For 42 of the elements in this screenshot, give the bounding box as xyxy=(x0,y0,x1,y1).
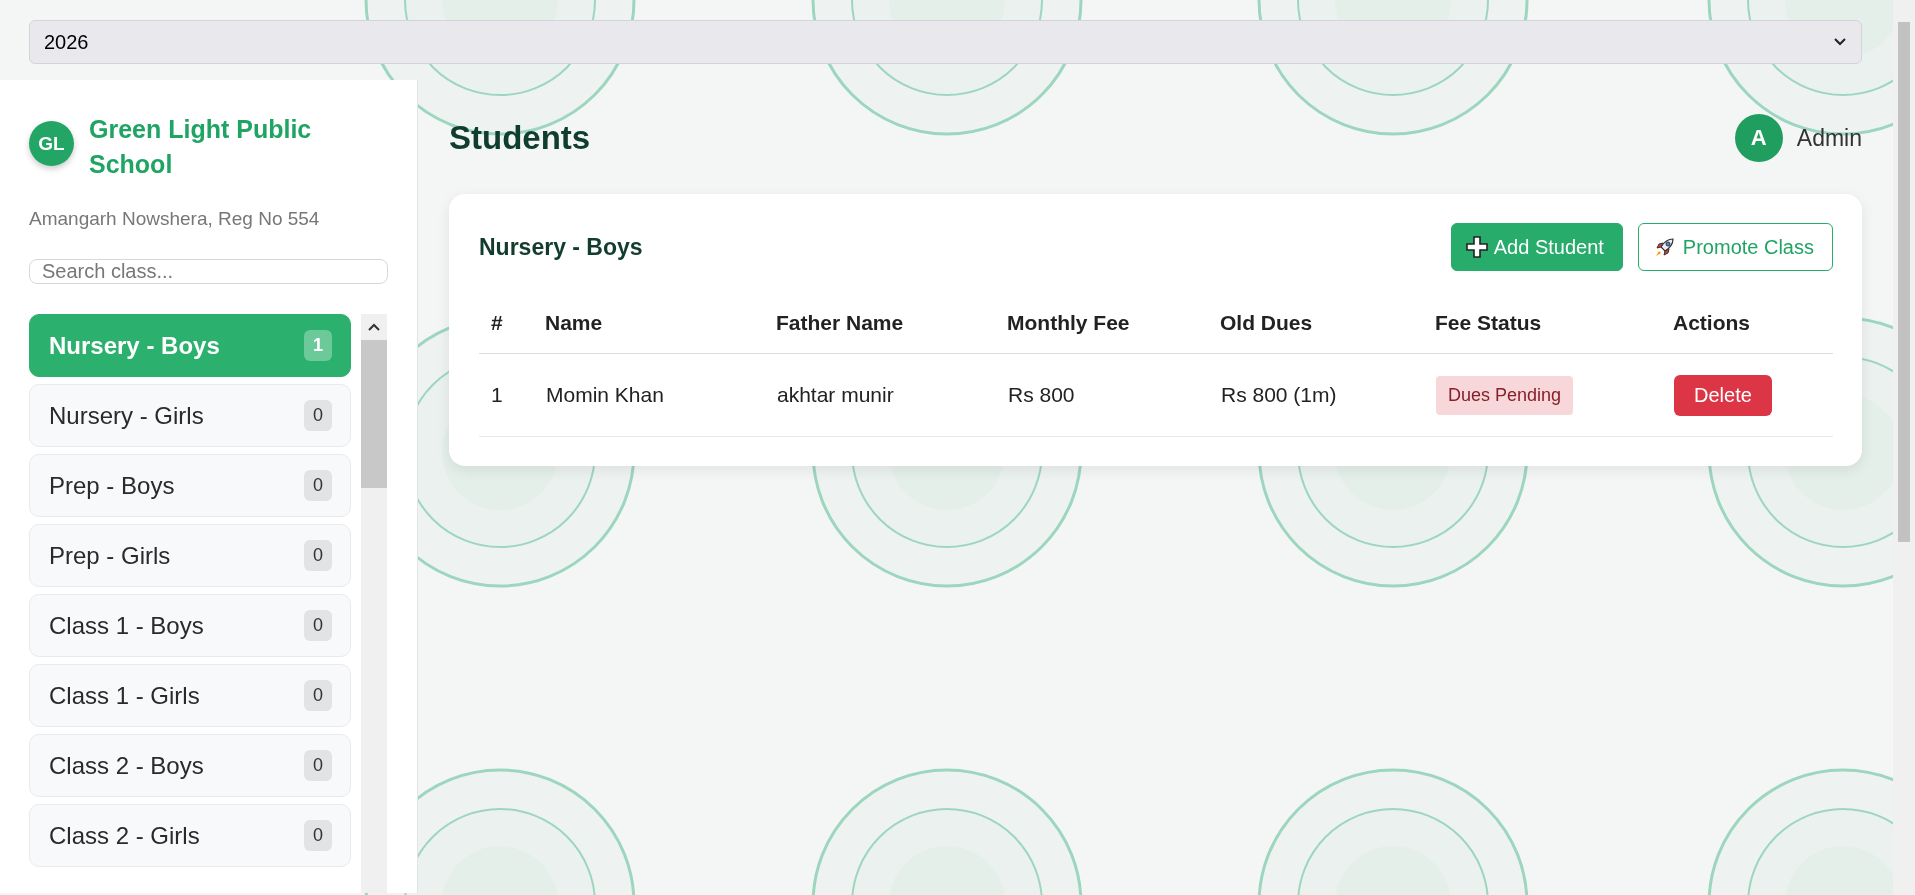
student-count-badge: 0 xyxy=(304,610,332,641)
column-header: Monthly Fee xyxy=(1007,293,1220,354)
page-title: Students xyxy=(449,119,591,157)
table-cell: Momin Khan xyxy=(545,353,776,437)
class-list-item[interactable]: Class 1 - Girls 0 xyxy=(29,664,351,727)
student-count-badge: 1 xyxy=(304,330,332,361)
class-list-item[interactable]: Prep - Girls 0 xyxy=(29,524,351,587)
class-list-item[interactable]: Class 2 - Boys 0 xyxy=(29,734,351,797)
table-cell: 1 xyxy=(479,353,545,437)
list-scrollbar[interactable] xyxy=(361,314,387,893)
table-cell: Rs 800 xyxy=(1007,353,1220,437)
student-count-badge: 0 xyxy=(304,540,332,571)
table-cell: Rs 800 (1m) xyxy=(1220,353,1435,437)
student-count-badge: 0 xyxy=(304,750,332,781)
user-name: Admin xyxy=(1796,124,1862,152)
student-count-badge: 0 xyxy=(304,400,332,431)
column-header: Name xyxy=(545,293,776,354)
column-header: Actions xyxy=(1673,293,1833,354)
class-list-item[interactable]: Prep - Boys 0 xyxy=(29,454,351,517)
table-cell: akhtar munir xyxy=(776,353,1007,437)
fee-status-badge: Dues Pending xyxy=(1436,375,1574,415)
student-count-badge: 0 xyxy=(304,820,332,851)
class-list-item[interactable]: Class 1 - Boys 0 xyxy=(29,594,351,657)
class-list-item[interactable]: Class 2 - Girls 0 xyxy=(29,804,351,867)
delete-button[interactable]: Delete xyxy=(1674,374,1772,416)
student-count-badge: 0 xyxy=(304,470,332,501)
year-select[interactable]: 2026 xyxy=(29,20,1862,64)
student-count-badge: 0 xyxy=(304,680,332,711)
chevron-down-icon xyxy=(1833,37,1847,47)
column-header: Father Name xyxy=(776,293,1007,354)
school-name: Green Light Public School xyxy=(89,114,313,180)
page-scrollbar[interactable] xyxy=(1893,0,1915,895)
column-header: # xyxy=(479,293,545,354)
class-list-item[interactable]: Nursery - Girls 0 xyxy=(29,384,351,447)
column-header: Old Dues xyxy=(1220,293,1435,354)
school-address: Amangarh Nowshera, Reg No 554 xyxy=(29,208,321,230)
scroll-up-icon xyxy=(367,322,381,332)
column-header: Fee Status xyxy=(1435,293,1673,354)
plus-icon xyxy=(1465,236,1488,258)
card-title: Nursery - Boys xyxy=(479,233,643,261)
class-search-field[interactable]: Search class... xyxy=(29,259,388,284)
school-logo: GL xyxy=(29,121,74,166)
